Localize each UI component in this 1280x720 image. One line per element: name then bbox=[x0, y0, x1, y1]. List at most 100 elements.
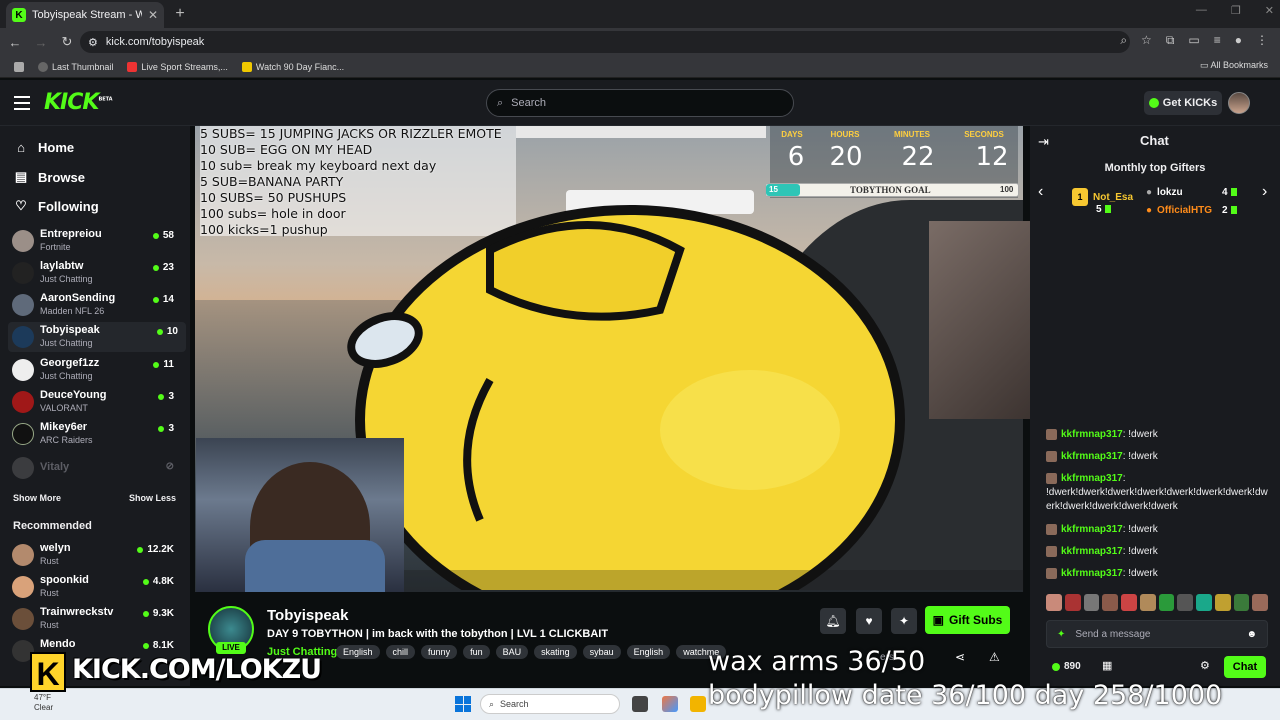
cast-icon[interactable]: ▭ bbox=[1188, 33, 1199, 48]
tag[interactable]: sybau bbox=[582, 645, 621, 659]
sidebar-channel[interactable]: welyn Rust 12.2K bbox=[12, 540, 182, 570]
report-icon[interactable]: ⚠ bbox=[989, 650, 1000, 664]
sidebar-channel[interactable]: spoonkid Rust 4.8K bbox=[12, 572, 182, 602]
close-tab-icon[interactable]: ✕ bbox=[148, 8, 158, 22]
bell-icon: 🔔︎ bbox=[825, 614, 841, 628]
get-kicks-button[interactable]: Get KICKs bbox=[1144, 91, 1222, 115]
emote-icon[interactable] bbox=[1252, 594, 1268, 611]
emote-icon[interactable] bbox=[1064, 594, 1081, 611]
browser-tab[interactable]: K Tobyispeak Stream - Watch Live ✕ bbox=[6, 2, 164, 28]
bookmark-item[interactable]: Watch 90 Day Fianc... bbox=[241, 61, 344, 72]
window-controls[interactable]: — ❐ ✕ bbox=[1196, 4, 1274, 17]
back-icon[interactable]: ← bbox=[4, 35, 26, 50]
emote-icon[interactable] bbox=[1046, 594, 1062, 611]
sidebar-channel[interactable]: Georgef1zz Just Chatting 11 bbox=[12, 355, 182, 385]
sidebar-channel-active[interactable]: Tobyispeak Just Chatting 10 bbox=[8, 322, 186, 352]
home-icon: ⌂ bbox=[17, 140, 25, 155]
chat-message[interactable]: kkfrmnap317: !dwerk!dwerk!dwerk!dwerk!dwe… bbox=[1046, 472, 1268, 514]
chat-message[interactable]: kkfrmnap317: !dwerk bbox=[1046, 428, 1268, 442]
chat-send-button[interactable]: Chat bbox=[1224, 656, 1266, 678]
chat-message[interactable]: kkfrmnap317: !dwerk bbox=[1046, 523, 1268, 537]
tag[interactable]: English bbox=[336, 645, 380, 659]
nav-home[interactable]: ⌂ Home bbox=[14, 140, 74, 155]
sparkle-icon: ✦ bbox=[1057, 628, 1066, 640]
forward-icon[interactable]: → bbox=[30, 35, 52, 50]
collapse-chat-icon[interactable]: ⇥ bbox=[1038, 134, 1049, 150]
sidebar-channel[interactable]: AaronSending Madden NFL 26 14 bbox=[12, 290, 182, 320]
media-icon[interactable]: ≡ bbox=[1214, 33, 1221, 48]
tag[interactable]: English bbox=[626, 645, 671, 659]
tag[interactable]: funny bbox=[421, 645, 458, 659]
emote-icon[interactable] bbox=[1083, 594, 1100, 611]
windows-start-icon[interactable] bbox=[455, 696, 471, 712]
emote-icon[interactable] bbox=[1102, 594, 1118, 611]
bookmark-apps[interactable] bbox=[14, 61, 24, 72]
site-info-icon[interactable]: ⚙ bbox=[88, 36, 98, 49]
prev-arrow-icon[interactable]: ‹ bbox=[1038, 183, 1043, 201]
gifter[interactable]: ● lokzu bbox=[1146, 187, 1183, 198]
show-more-button[interactable]: Show More bbox=[13, 493, 61, 503]
zoom-icon[interactable]: ⌕ bbox=[1120, 33, 1127, 48]
show-less-button[interactable]: Show Less bbox=[129, 493, 176, 503]
timer-label: DAYS bbox=[781, 130, 803, 139]
reload-icon[interactable]: ↻ bbox=[56, 34, 78, 50]
bookmark-star-icon[interactable]: ☆ bbox=[1141, 33, 1152, 48]
bookmark-item[interactable]: Live Sport Streams,... bbox=[127, 61, 228, 72]
search-input[interactable]: ⌕ Search bbox=[486, 89, 794, 117]
next-arrow-icon[interactable]: › bbox=[1262, 183, 1267, 201]
emote-icon[interactable] bbox=[1233, 594, 1250, 611]
sidebar-channel[interactable]: Mikey6er ARC Raiders 3 bbox=[12, 419, 182, 449]
emote-icon[interactable] bbox=[1196, 594, 1212, 611]
copilot-icon[interactable] bbox=[662, 696, 678, 712]
emote-icon[interactable] bbox=[1121, 594, 1137, 611]
browser-menu-icon[interactable]: ⋮ bbox=[1256, 33, 1268, 48]
gifter[interactable]: ● OfficialHTG bbox=[1146, 205, 1212, 216]
hamburger-menu-icon[interactable] bbox=[14, 96, 30, 110]
sidebar-channel-offline[interactable]: Vitaly ⊘ bbox=[12, 453, 182, 483]
stream-tags: English chill funny fun BAU skating syba… bbox=[336, 645, 727, 659]
notification-bell-button[interactable]: 🔔︎ bbox=[820, 608, 846, 634]
emote-icon[interactable] bbox=[1177, 594, 1193, 611]
chat-input[interactable]: ✦ Send a message ☻ bbox=[1046, 620, 1268, 648]
chat-settings-icon[interactable]: ⚙ bbox=[1200, 659, 1210, 672]
nav-following[interactable]: ♡ Following bbox=[14, 198, 98, 214]
all-bookmarks[interactable]: ▭ All Bookmarks bbox=[1200, 60, 1268, 71]
sidebar-channel[interactable]: DeuceYoung VALORANT 3 bbox=[12, 387, 182, 417]
clip-button[interactable]: ✦ bbox=[891, 608, 917, 634]
emoji-icon[interactable]: ☻ bbox=[1246, 629, 1257, 640]
tag[interactable]: chill bbox=[385, 645, 416, 659]
emote-icon[interactable] bbox=[1139, 594, 1156, 611]
task-view-icon[interactable] bbox=[632, 696, 648, 712]
share-icon[interactable]: ⋖ bbox=[955, 650, 965, 664]
chat-message[interactable]: kkfrmnap317: !dwerk bbox=[1046, 567, 1268, 581]
kick-logo[interactable]: KICKBETA bbox=[44, 90, 113, 115]
close-window-icon[interactable]: ✕ bbox=[1265, 4, 1274, 17]
weather-widget[interactable]: 47°F Clear bbox=[34, 693, 53, 713]
file-explorer-icon[interactable] bbox=[690, 696, 706, 712]
taskbar-search[interactable]: ⌕ Search bbox=[480, 694, 620, 714]
nav-browse[interactable]: ▤ Browse bbox=[14, 169, 85, 185]
extensions-icon[interactable]: ⧉ bbox=[1166, 33, 1175, 48]
emote-icon[interactable] bbox=[1158, 594, 1175, 611]
gift-subs-button[interactable]: ▣ Gift Subs bbox=[925, 606, 1010, 634]
chat-message[interactable]: kkfrmnap317: !dwerk bbox=[1046, 545, 1268, 559]
chat-message[interactable]: kkfrmnap317: !dwerk bbox=[1046, 450, 1268, 464]
minimize-icon[interactable]: — bbox=[1196, 4, 1207, 17]
url-input[interactable]: ⚙ kick.com/tobyispeak bbox=[80, 31, 1130, 53]
new-tab-button[interactable]: + bbox=[170, 4, 190, 24]
kicks-balance[interactable]: 890 bbox=[1052, 661, 1081, 672]
sidebar-channel[interactable]: Trainwreckstv Rust 9.3K bbox=[12, 604, 182, 634]
streamer-name[interactable]: Tobyispeak bbox=[267, 607, 348, 624]
user-avatar[interactable] bbox=[1228, 92, 1250, 114]
maximize-icon[interactable]: ❐ bbox=[1231, 4, 1241, 17]
gift-icon[interactable]: ▦ bbox=[1102, 659, 1112, 672]
tag[interactable]: BAU bbox=[495, 645, 529, 659]
follow-button[interactable]: ♥ bbox=[856, 608, 882, 634]
tag[interactable]: fun bbox=[463, 645, 490, 659]
tag[interactable]: skating bbox=[534, 645, 577, 659]
sidebar-channel[interactable]: laylabtw Just Chatting 23 bbox=[12, 258, 182, 288]
profile-icon[interactable]: ● bbox=[1235, 33, 1242, 48]
sidebar-channel[interactable]: Entrepreiou Fortnite 58 bbox=[12, 226, 182, 256]
emote-icon[interactable] bbox=[1214, 594, 1231, 611]
bookmark-item[interactable]: Last Thumbnail bbox=[38, 61, 113, 72]
